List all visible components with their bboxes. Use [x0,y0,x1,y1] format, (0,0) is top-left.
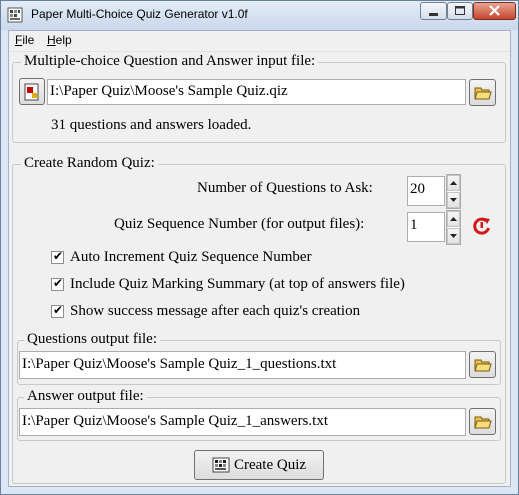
reset-sequence-button[interactable] [471,215,493,237]
marking-summary-label: Include Quiz Marking Summary (at top of … [70,276,405,292]
spin-down-button[interactable] [447,192,460,208]
quiz-file-icon [24,83,39,100]
quiz-generator-icon [212,457,230,473]
open-quiz-button[interactable] [19,78,45,105]
answer-output-legend: Answer output file: [24,388,147,405]
auto-increment-checkbox[interactable]: ✔ [51,249,64,264]
menu-file[interactable]: File [15,33,34,47]
answer-output-path-field[interactable]: I:\Paper Quiz\Moose's Sample Quiz_1_answ… [19,408,466,436]
folder-open-icon [473,416,492,428]
arrow-down-icon [450,198,457,202]
client-area: File Help Multiple-choice Question and A… [8,30,511,487]
num-questions-input[interactable]: 20 [407,176,445,206]
create-quiz-legend: Create Random Quiz: [21,155,158,172]
create-quiz-button[interactable]: Create Quiz [194,450,324,480]
browse-answer-output-button[interactable] [469,408,496,435]
input-file-path-field[interactable]: I:\Paper Quiz\Moose's Sample Quiz.qiz [47,79,466,105]
browse-input-button[interactable] [469,79,496,106]
maximize-button[interactable] [447,2,473,20]
arrow-down-icon [450,234,457,238]
maximize-icon [455,6,465,15]
sequence-number-spinner[interactable] [446,210,461,245]
close-button[interactable] [473,2,516,20]
arrow-up-icon [450,181,457,185]
menu-help[interactable]: Help [47,33,72,47]
minimize-button[interactable] [420,2,447,20]
app-window: Paper Multi-Choice Quiz Generator v1.0f … [0,0,519,495]
close-icon [489,5,500,16]
spin-up-button[interactable] [447,211,460,227]
marking-summary-checkbox[interactable]: ✔ [51,276,64,291]
app-icon [7,7,23,23]
num-questions-spinner[interactable] [446,174,461,209]
menu-bar: File Help [9,31,510,52]
spin-up-button[interactable] [447,175,460,191]
title-bar[interactable]: Paper Multi-Choice Quiz Generator v1.0f [1,1,518,30]
questions-loaded-status: 31 questions and answers loaded. [51,117,252,133]
browse-questions-output-button[interactable] [469,351,496,378]
input-file-legend: Multiple-choice Question and Answer inpu… [21,53,319,70]
reset-icon [473,217,490,235]
minimize-icon [429,13,438,16]
folder-open-icon [473,359,492,371]
sequence-number-input[interactable]: 1 [407,212,445,242]
questions-output-path-field[interactable]: I:\Paper Quiz\Moose's Sample Quiz_1_ques… [19,351,466,379]
sequence-number-label: Quiz Sequence Number (for output files): [114,216,365,232]
success-message-label: Show success message after each quiz's c… [70,303,361,319]
num-questions-label: Number of Questions to Ask: [197,180,373,196]
success-message-checkbox[interactable]: ✔ [51,303,64,318]
window-title: Paper Multi-Choice Quiz Generator v1.0f [31,7,248,21]
arrow-up-icon [450,217,457,221]
spin-down-button[interactable] [447,228,460,244]
questions-output-legend: Questions output file: [24,331,160,348]
create-quiz-label: Create Quiz [233,456,307,473]
folder-open-icon [473,87,492,99]
auto-increment-label: Auto Increment Quiz Sequence Number [70,249,312,265]
